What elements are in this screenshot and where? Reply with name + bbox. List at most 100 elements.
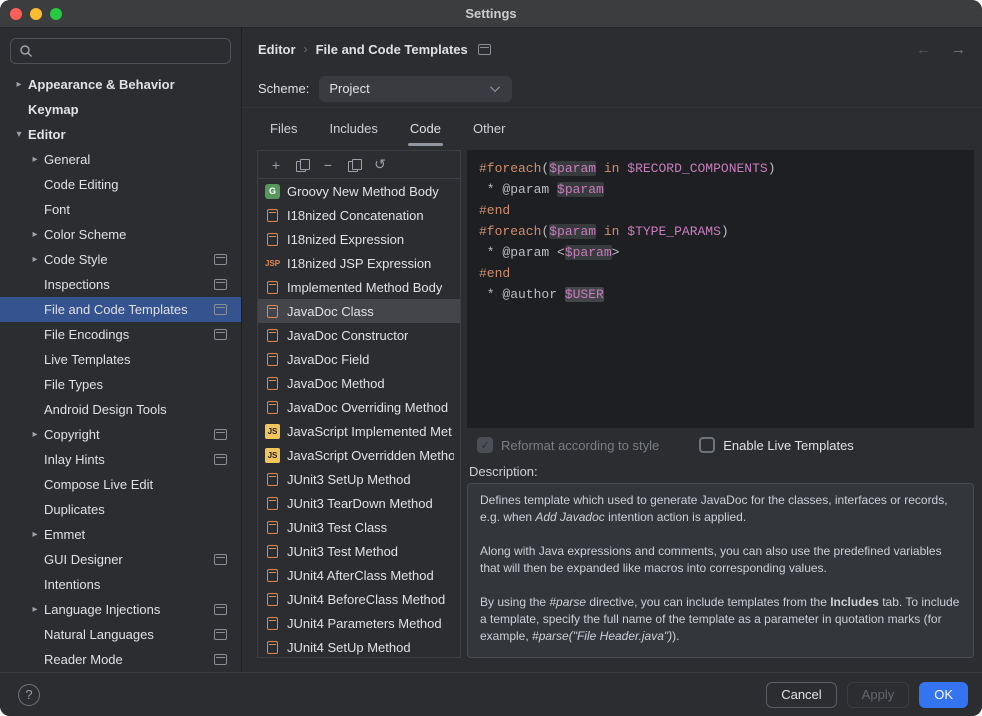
scheme-row: Scheme: Project: [242, 70, 982, 108]
sidebar-item-keymap[interactable]: Keymap: [0, 97, 241, 122]
forward-arrow-icon[interactable]: →: [951, 41, 966, 58]
sidebar-item-file-types[interactable]: File Types: [0, 372, 241, 397]
sidebar-item-general[interactable]: ▸General: [0, 147, 241, 172]
cancel-button[interactable]: Cancel: [766, 682, 836, 708]
sidebar-item-inlay-hints[interactable]: Inlay Hints: [0, 447, 241, 472]
template-item-i18nized-concatenation[interactable]: I18nized Concatenation: [258, 203, 460, 227]
template-item-junit4-afterclass-method[interactable]: JUnit4 AfterClass Method: [258, 563, 460, 587]
sidebar-item-reader-mode[interactable]: Reader Mode: [0, 647, 241, 672]
sidebar-item-code-style[interactable]: ▸Code Style: [0, 247, 241, 272]
live-templates-checkbox[interactable]: [699, 437, 715, 453]
template-file-icon: [264, 329, 281, 342]
ok-button[interactable]: OK: [919, 682, 968, 708]
chevron-right-icon[interactable]: ▸: [26, 229, 44, 240]
help-button[interactable]: ?: [18, 684, 40, 706]
sidebar-item-color-scheme[interactable]: ▸Color Scheme: [0, 222, 241, 247]
copy-template-icon[interactable]: [290, 154, 314, 176]
sidebar-item-intentions[interactable]: Intentions: [0, 572, 241, 597]
template-item-junit3-teardown-method[interactable]: JUnit3 TearDown Method: [258, 491, 460, 515]
reset-to-default-icon[interactable]: ↺: [368, 154, 392, 176]
template-file-icon: [267, 521, 278, 534]
js-file-icon: JS: [264, 448, 281, 463]
chevron-right-icon[interactable]: ▸: [10, 79, 28, 90]
template-item-junit3-test-class[interactable]: JUnit3 Test Class: [258, 515, 460, 539]
template-item-junit4-parameters-method[interactable]: JUnit4 Parameters Method: [258, 611, 460, 635]
sidebar-item-emmet[interactable]: ▸Emmet: [0, 522, 241, 547]
sidebar-item-language-injections[interactable]: ▸Language Injections: [0, 597, 241, 622]
close-window-button[interactable]: [10, 8, 22, 20]
sidebar-item-label: Duplicates: [44, 502, 105, 517]
template-item-groovy-new-method-body[interactable]: GGroovy New Method Body: [258, 179, 460, 203]
code-line: #end: [479, 200, 974, 221]
chevron-right-icon[interactable]: ▸: [26, 154, 44, 165]
chevron-right-icon[interactable]: ▸: [26, 429, 44, 440]
tab-other[interactable]: Other: [461, 113, 518, 146]
sidebar-item-appearance-behavior[interactable]: ▸Appearance & Behavior: [0, 72, 241, 97]
sidebar-item-label: Code Editing: [44, 177, 118, 192]
chevron-right-icon[interactable]: ▸: [26, 529, 44, 540]
template-item-i18nized-expression[interactable]: I18nized Expression: [258, 227, 460, 251]
sidebar-item-file-and-code-templates[interactable]: File and Code Templates: [0, 297, 241, 322]
sidebar-item-code-editing[interactable]: Code Editing: [0, 172, 241, 197]
template-item-junit4-setup-method[interactable]: JUnit4 SetUp Method: [258, 635, 460, 657]
sidebar-item-font[interactable]: Font: [0, 197, 241, 222]
template-item-label: JavaDoc Overriding Method: [287, 400, 448, 415]
sidebar-item-live-templates[interactable]: Live Templates: [0, 347, 241, 372]
tab-code[interactable]: Code: [398, 113, 453, 146]
template-item-junit3-setup-method[interactable]: JUnit3 SetUp Method: [258, 467, 460, 491]
template-file-icon: [267, 329, 278, 342]
template-item-label: JavaScript Overridden Metho: [287, 448, 454, 463]
sidebar-item-natural-languages[interactable]: Natural Languages: [0, 622, 241, 647]
scheme-dropdown[interactable]: Project: [319, 76, 512, 102]
template-item-implemented-method-body[interactable]: Implemented Method Body: [258, 275, 460, 299]
breadcrumb-editor[interactable]: Editor: [258, 42, 296, 57]
chevron-down-icon[interactable]: ▾: [10, 129, 28, 140]
tab-includes[interactable]: Includes: [317, 113, 389, 146]
minimize-window-button[interactable]: [30, 8, 42, 20]
template-item-junit3-test-method[interactable]: JUnit3 Test Method: [258, 539, 460, 563]
template-file-icon: [264, 305, 281, 318]
template-item-javadoc-method[interactable]: JavaDoc Method: [258, 371, 460, 395]
template-item-javascript-implemented-met[interactable]: JSJavaScript Implemented Met: [258, 419, 460, 443]
sidebar-item-compose-live-edit[interactable]: Compose Live Edit: [0, 472, 241, 497]
template-item-i18nized-jsp-expression[interactable]: JSPI18nized JSP Expression: [258, 251, 460, 275]
template-item-junit4-beforeclass-method[interactable]: JUnit4 BeforeClass Method: [258, 587, 460, 611]
sidebar-item-label: Appearance & Behavior: [28, 77, 175, 92]
template-item-label: JUnit4 AfterClass Method: [287, 568, 434, 583]
description-paragraph: Defines template which used to generate …: [480, 492, 961, 526]
sidebar-item-file-encodings[interactable]: File Encodings: [0, 322, 241, 347]
template-item-javadoc-field[interactable]: JavaDoc Field: [258, 347, 460, 371]
template-item-javadoc-class[interactable]: JavaDoc Class: [258, 299, 460, 323]
back-arrow-icon[interactable]: ←: [916, 41, 931, 58]
sidebar-item-gui-designer[interactable]: GUI Designer: [0, 547, 241, 572]
jsp-file-icon: JSP: [264, 259, 281, 268]
search-input[interactable]: [39, 43, 222, 60]
options-row: ✓ Reformat according to style Enable Liv…: [467, 428, 974, 462]
add-template-icon[interactable]: +: [264, 154, 288, 176]
sidebar-item-android-design-tools[interactable]: Android Design Tools: [0, 397, 241, 422]
remove-template-icon[interactable]: −: [316, 154, 340, 176]
sidebar-item-editor[interactable]: ▾Editor: [0, 122, 241, 147]
title-bar: Settings: [0, 0, 982, 28]
template-item-label: JUnit3 Test Class: [287, 520, 387, 535]
sidebar-item-label: Live Templates: [44, 352, 130, 367]
settings-search-box[interactable]: [10, 38, 231, 64]
scheme-dropdown-value: Project: [329, 81, 493, 96]
duplicate-template-icon[interactable]: [342, 154, 366, 176]
template-item-javadoc-constructor[interactable]: JavaDoc Constructor: [258, 323, 460, 347]
chevron-right-icon[interactable]: ▸: [26, 604, 44, 615]
code-editor[interactable]: #foreach($param in $RECORD_COMPONENTS) *…: [467, 150, 974, 428]
sidebar-item-copyright[interactable]: ▸Copyright: [0, 422, 241, 447]
sidebar-item-label: General: [44, 152, 90, 167]
tab-files[interactable]: Files: [258, 113, 309, 146]
description-box[interactable]: Defines template which used to generate …: [467, 483, 974, 658]
sidebar-item-inspections[interactable]: Inspections: [0, 272, 241, 297]
chevron-right-icon[interactable]: ▸: [26, 254, 44, 265]
template-item-javascript-overridden-metho[interactable]: JS JavaScript Overridden Metho: [258, 443, 460, 467]
sidebar-item-duplicates[interactable]: Duplicates: [0, 497, 241, 522]
window-title: Settings: [0, 6, 982, 21]
sidebar-item-label: File Types: [44, 377, 103, 392]
template-item-javadoc-overriding-method[interactable]: JavaDoc Overriding Method: [258, 395, 460, 419]
zoom-window-button[interactable]: [50, 8, 62, 20]
template-file-icon: [264, 521, 281, 534]
